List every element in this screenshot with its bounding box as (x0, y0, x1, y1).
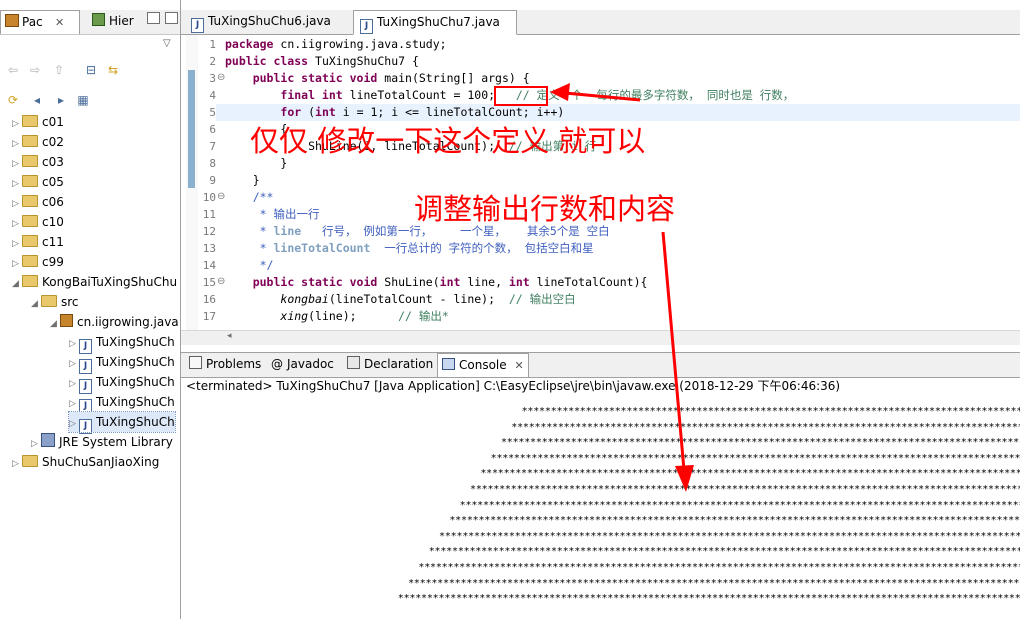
annotation-arrows (550, 83, 694, 492)
arrow-head-down (675, 465, 694, 492)
fold-icon[interactable]: ⊖ (217, 191, 225, 202)
arrow-to-value (564, 91, 641, 102)
fold-icon[interactable]: ⊖ (217, 276, 225, 287)
fold-icon[interactable]: ⊖ (217, 72, 225, 83)
arrow-head-left (550, 83, 570, 101)
arrow-to-output (661, 231, 686, 471)
